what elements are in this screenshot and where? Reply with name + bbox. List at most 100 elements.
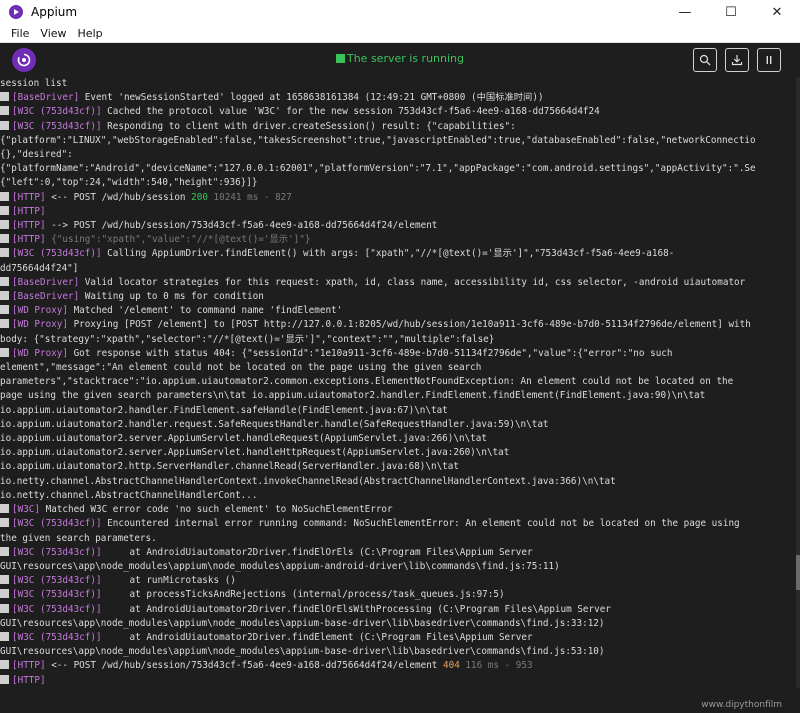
terminal-icon: [0, 248, 9, 258]
log-tag: [HTTP]: [12, 234, 46, 246]
menu-file[interactable]: File: [11, 27, 29, 40]
terminal-icon: [0, 276, 9, 286]
log-line: [W3C (753d43cf)] at AndroidUiautomator2D…: [0, 631, 796, 645]
log-tag: [W3C (753d43cf)]: [12, 589, 102, 601]
log-tag: [W3C (753d43cf)]: [12, 546, 102, 558]
watermark: www.dipythonfilm: [701, 700, 782, 710]
log-line: dd75664d4f24"]: [0, 262, 79, 274]
log-tag: [HTTP]: [12, 674, 46, 686]
log-line: [W3C (753d43cf)] Encountered internal er…: [0, 517, 796, 531]
log-line: [HTTP] <-- POST /wd/hub/session/753d43cf…: [0, 659, 796, 673]
log-message: --> POST /wd/hub/session/753d43cf-f5a6-4…: [45, 220, 438, 232]
log-line: [HTTP]: [0, 205, 796, 219]
terminal-icon: [0, 518, 9, 528]
close-button[interactable]: ✕: [754, 0, 800, 24]
log-line: parameters","stacktrace":"io.appium.uiau…: [0, 376, 734, 388]
log-line: [BaseDriver] Event 'newSessionStarted' l…: [0, 91, 796, 105]
terminal-icon: [0, 589, 9, 599]
log-message: Event 'newSessionStarted' logged at 1658…: [79, 92, 544, 104]
terminal-icon: [0, 234, 9, 244]
http-status-code: 200: [191, 191, 208, 203]
log-message: at runMicrotasks (): [101, 575, 236, 587]
log-line: io.appium.uiautomator2.handler.request.S…: [0, 418, 549, 430]
terminal-icon: [0, 120, 9, 130]
log-message: at AndroidUiautomator2Driver.findElement…: [101, 631, 533, 643]
log-tag: [W3C]: [12, 504, 40, 516]
maximize-button[interactable]: ☐: [708, 0, 754, 24]
log-tag: [HTTP]: [12, 191, 46, 203]
log-message: <-- POST /wd/hub/session/753d43cf-f5a6-4…: [45, 660, 443, 672]
log-line: [BaseDriver] Valid locator strategies fo…: [0, 276, 796, 290]
log-scrollbar-thumb[interactable]: [796, 555, 800, 590]
log-tag: [HTTP]: [12, 205, 46, 217]
menu-view[interactable]: View: [40, 27, 66, 40]
log-message: Waiting up to 0 ms for condition: [79, 291, 264, 303]
window-controls: — ☐ ✕: [662, 0, 800, 24]
log-line: element","message":"An element could not…: [0, 362, 482, 374]
log-line: [W3C (753d43cf)] at AndroidUiautomator2D…: [0, 546, 796, 560]
log-message: at AndroidUiautomator2Driver.findElOrEls…: [101, 603, 611, 615]
log-line: [WD Proxy] Matched '/element' to command…: [0, 304, 796, 318]
log-line: [W3C (753d43cf)] Responding to client wi…: [0, 120, 796, 134]
terminal-icon: [0, 305, 9, 315]
log-line: [W3C (753d43cf)] at runMicrotasks (): [0, 574, 796, 588]
title-bar: Appium — ☐ ✕: [0, 0, 800, 24]
search-icon: [699, 54, 711, 66]
log-message: Matched W3C error code 'no such element'…: [40, 504, 393, 516]
terminal-icon: [0, 674, 9, 684]
log-line: [WD Proxy] Proxying [POST /element] to […: [0, 318, 796, 332]
log-line: [HTTP]: [0, 674, 796, 688]
log-message: Cached the protocol value 'W3C' for the …: [101, 106, 600, 118]
menu-help[interactable]: Help: [78, 27, 103, 40]
log-tag: [W3C (753d43cf)]: [12, 575, 102, 587]
log-tag: [W3C (753d43cf)]: [12, 120, 102, 132]
terminal-icon: [0, 191, 9, 201]
terminal-icon: [335, 54, 345, 63]
log-tag: [HTTP]: [12, 220, 46, 232]
minimize-button[interactable]: —: [662, 0, 708, 24]
server-log[interactable]: session list [BaseDriver] Event 'newSessi…: [0, 77, 796, 688]
log-line: [W3C (753d43cf)] Cached the protocol val…: [0, 105, 796, 119]
server-status: The server is running: [0, 52, 800, 65]
log-tag: [W3C (753d43cf)]: [12, 603, 102, 615]
log-line: {},"desired":: [0, 149, 73, 161]
terminal-icon: [0, 631, 9, 641]
terminal-icon: [0, 603, 9, 613]
log-line: io.netty.channel.AbstractChannelHandlerC…: [0, 475, 616, 487]
log-line: [HTTP] {"using":"xpath","value":"//*[@te…: [0, 233, 796, 247]
server-status-text: The server is running: [346, 52, 464, 65]
pause-server-button[interactable]: [757, 48, 781, 72]
log-line: {"platformName":"Android","deviceName":"…: [0, 163, 756, 175]
log-tag: [W3C (753d43cf)]: [12, 248, 102, 260]
log-tag: [WD Proxy]: [12, 305, 68, 317]
log-line: [W3C (753d43cf)] at processTicksAndRejec…: [0, 588, 796, 602]
terminal-icon: [0, 347, 9, 357]
log-line: [HTTP] <-- POST /wd/hub/session 200 1024…: [0, 191, 796, 205]
log-message: Responding to client with driver.createS…: [101, 120, 516, 132]
log-line: {"platform":"LINUX","webStorageEnabled":…: [0, 134, 756, 146]
terminal-icon: [0, 106, 9, 116]
download-logs-button[interactable]: [725, 48, 749, 72]
log-line: io.appium.uiautomator2.http.ServerHandle…: [0, 461, 459, 473]
log-line: GUI\resources\app\node_modules\appium\no…: [0, 646, 605, 658]
log-line: GUI\resources\app\node_modules\appium\no…: [0, 560, 560, 572]
terminal-icon: [0, 575, 9, 585]
menu-bar: File View Help: [0, 24, 800, 43]
log-tag: [BaseDriver]: [12, 291, 80, 303]
search-logs-button[interactable]: [693, 48, 717, 72]
log-tag: [WD Proxy]: [12, 347, 68, 359]
log-message: Proxying [POST /element] to [POST http:/…: [67, 319, 751, 331]
pause-icon: [766, 56, 772, 64]
log-tag: [BaseDriver]: [12, 92, 80, 104]
log-line: [W3C (753d43cf)] at AndroidUiautomator2D…: [0, 603, 796, 617]
log-line: io.appium.uiautomator2.server.AppiumServ…: [0, 447, 510, 459]
log-line: [WD Proxy] Got response with status 404:…: [0, 347, 796, 361]
log-tag: [HTTP]: [12, 660, 46, 672]
window-title: Appium: [31, 5, 78, 19]
log-message: Encountered internal error running comma…: [101, 518, 740, 530]
log-line: body: {"strategy":"xpath","selector":"//…: [0, 333, 495, 345]
terminal-icon: [0, 546, 9, 556]
log-scrollbar[interactable]: [796, 77, 800, 688]
log-tag: [W3C (753d43cf)]: [12, 518, 102, 530]
terminal-icon: [0, 92, 9, 102]
